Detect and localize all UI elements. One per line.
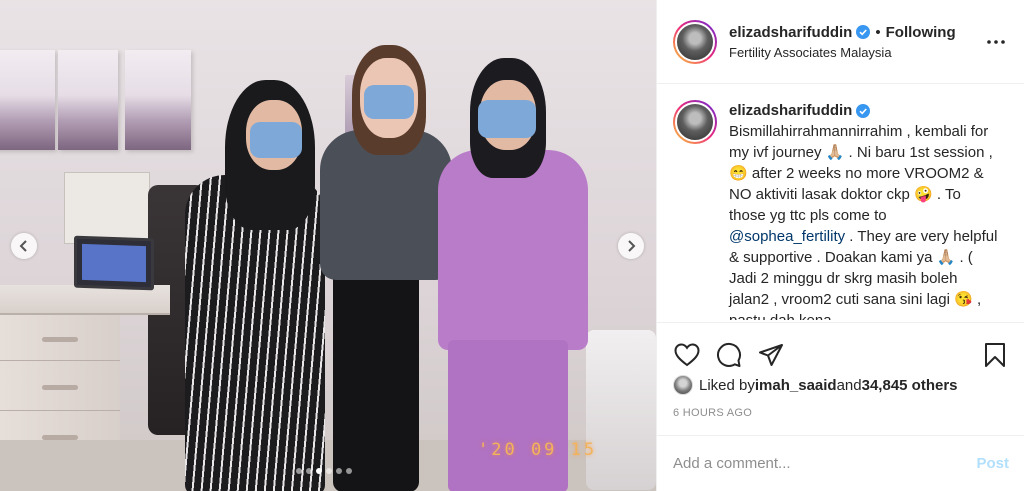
chevron-left-icon bbox=[19, 240, 27, 252]
separator-dot: • bbox=[875, 23, 881, 41]
post-comment-button[interactable]: Post bbox=[976, 455, 1009, 472]
following-button[interactable]: Following bbox=[886, 24, 956, 41]
comment-input[interactable] bbox=[673, 455, 977, 472]
caption-section: elizadsharifuddin Bismillahirrahmannirra… bbox=[657, 85, 1024, 320]
wall-canvas-2 bbox=[58, 50, 118, 150]
likes-summary: Liked by imah_saaid and 34,845 others bbox=[657, 375, 1024, 395]
comment-box: Post bbox=[657, 435, 1024, 491]
comment-button[interactable] bbox=[715, 341, 743, 369]
likes-middle: and bbox=[836, 376, 862, 394]
more-options-button[interactable] bbox=[984, 30, 1008, 54]
carousel-prev-button[interactable] bbox=[11, 233, 37, 259]
post-timestamp[interactable]: 6 HOURS AGO bbox=[657, 407, 1024, 419]
liker-avatar[interactable] bbox=[673, 375, 693, 395]
post-sidebar: elizadsharifuddin • Following Fertility … bbox=[656, 0, 1024, 491]
laptop bbox=[74, 235, 154, 291]
carousel-dot bbox=[316, 468, 322, 474]
caption-username[interactable]: elizadsharifuddin bbox=[729, 100, 852, 121]
carousel-dot bbox=[296, 468, 302, 474]
likes-count-link[interactable]: 34,845 others bbox=[862, 377, 958, 394]
like-button[interactable] bbox=[673, 341, 701, 369]
verified-badge-icon bbox=[856, 25, 871, 39]
post-photo[interactable]: '20 09 15 bbox=[0, 0, 656, 491]
wall-device bbox=[64, 172, 150, 244]
chevron-right-icon bbox=[628, 240, 636, 252]
caption-mention-link[interactable]: @sophea_fertility bbox=[729, 228, 845, 245]
carousel-dot bbox=[306, 468, 312, 474]
share-button[interactable] bbox=[757, 341, 785, 369]
heart-icon bbox=[674, 343, 700, 367]
carousel-next-button[interactable] bbox=[618, 233, 644, 259]
more-horizontal-icon bbox=[987, 39, 1005, 44]
save-button[interactable] bbox=[981, 341, 1009, 369]
caption-text: Bismillahirrahmannirrahim , kembali for … bbox=[729, 121, 999, 320]
date-stamp: '20 09 15 bbox=[478, 440, 598, 460]
likes-prefix: Liked by bbox=[699, 376, 755, 394]
author-username[interactable]: elizadsharifuddin bbox=[729, 24, 852, 41]
carousel-indicator bbox=[296, 468, 352, 474]
liker-username[interactable]: imah_saaid bbox=[755, 377, 837, 394]
caption-author-avatar[interactable] bbox=[673, 100, 717, 144]
wall-canvas-1 bbox=[0, 50, 55, 150]
carousel-dot bbox=[326, 468, 332, 474]
caption-text-part1: Bismillahirrahmannirrahim , kembali for … bbox=[729, 123, 993, 224]
medical-equipment bbox=[586, 330, 656, 490]
verified-badge-icon bbox=[856, 103, 871, 118]
post-header: elizadsharifuddin • Following Fertility … bbox=[657, 0, 1024, 84]
author-avatar[interactable] bbox=[673, 19, 717, 64]
comment-icon bbox=[717, 342, 741, 367]
bookmark-icon bbox=[985, 343, 1005, 367]
carousel-dot bbox=[346, 468, 352, 474]
post-location[interactable]: Fertility Associates Malaysia bbox=[729, 45, 984, 60]
share-icon bbox=[759, 344, 783, 366]
carousel-dot bbox=[336, 468, 342, 474]
wall-canvas-3 bbox=[125, 50, 191, 150]
